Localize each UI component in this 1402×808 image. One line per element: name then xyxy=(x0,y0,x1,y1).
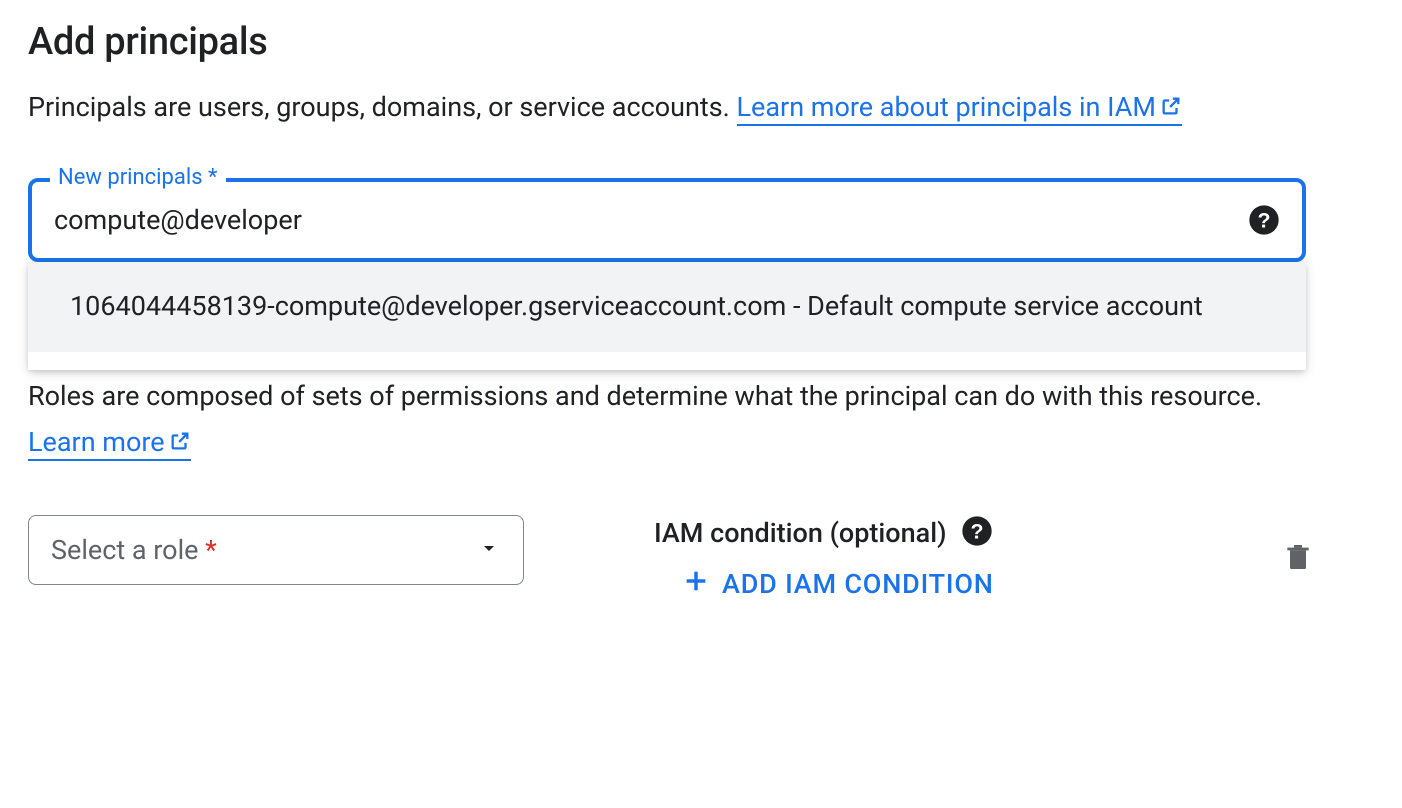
autocomplete-suggestion-item[interactable]: 1064044458139-compute@developer.gservice… xyxy=(28,262,1306,352)
help-icon[interactable]: ? xyxy=(1248,204,1280,236)
learn-roles-link[interactable]: Learn more xyxy=(28,426,191,461)
new-principals-field: New principals * ? xyxy=(28,178,1374,262)
required-indicator-red: * xyxy=(205,534,217,566)
autocomplete-dropdown: 1064044458139-compute@developer.gservice… xyxy=(28,262,1306,370)
iam-condition-title: IAM condition (optional) xyxy=(654,517,947,549)
external-link-icon xyxy=(169,421,191,467)
roles-description: Roles are composed of sets of permission… xyxy=(28,374,1328,467)
role-select-placeholder: Select a role xyxy=(51,534,198,566)
plus-icon xyxy=(682,567,710,602)
delete-role-column xyxy=(1282,515,1374,579)
trash-icon[interactable] xyxy=(1282,560,1314,579)
new-principals-label: New principals * xyxy=(50,165,226,190)
svg-text:?: ? xyxy=(1257,209,1270,233)
role-select[interactable]: Select a role * xyxy=(28,515,524,585)
add-iam-condition-label: ADD IAM CONDITION xyxy=(722,568,994,600)
learn-roles-link-text: Learn more xyxy=(28,426,165,458)
dropdown-spacer xyxy=(28,352,1306,370)
svg-text:?: ? xyxy=(970,519,983,543)
page-heading: Add principals xyxy=(28,20,1374,64)
iam-condition-section: IAM condition (optional) ? ADD IAM CONDI… xyxy=(654,515,994,602)
learn-principals-link-text: Learn more about principals in IAM xyxy=(737,91,1156,123)
help-icon[interactable]: ? xyxy=(961,515,993,551)
new-principals-label-text: New principals xyxy=(58,165,203,190)
iam-condition-header: IAM condition (optional) ? xyxy=(654,515,994,551)
add-iam-condition-button[interactable]: ADD IAM CONDITION xyxy=(682,567,994,602)
learn-principals-link[interactable]: Learn more about principals in IAM xyxy=(737,91,1182,126)
roles-description-text: Roles are composed of sets of permission… xyxy=(28,380,1262,412)
new-principals-input-container[interactable]: ? xyxy=(28,178,1306,262)
principals-description-text: Principals are users, groups, domains, o… xyxy=(28,91,737,123)
required-indicator: * xyxy=(208,165,217,190)
dropdown-caret-icon xyxy=(477,536,501,564)
role-condition-row: Select a role * IAM condition (optional)… xyxy=(28,515,1374,602)
new-principals-input[interactable] xyxy=(54,204,1248,236)
external-link-icon xyxy=(1160,87,1182,130)
role-select-label: Select a role * xyxy=(51,534,217,566)
principals-description: Principals are users, groups, domains, o… xyxy=(28,86,1328,130)
